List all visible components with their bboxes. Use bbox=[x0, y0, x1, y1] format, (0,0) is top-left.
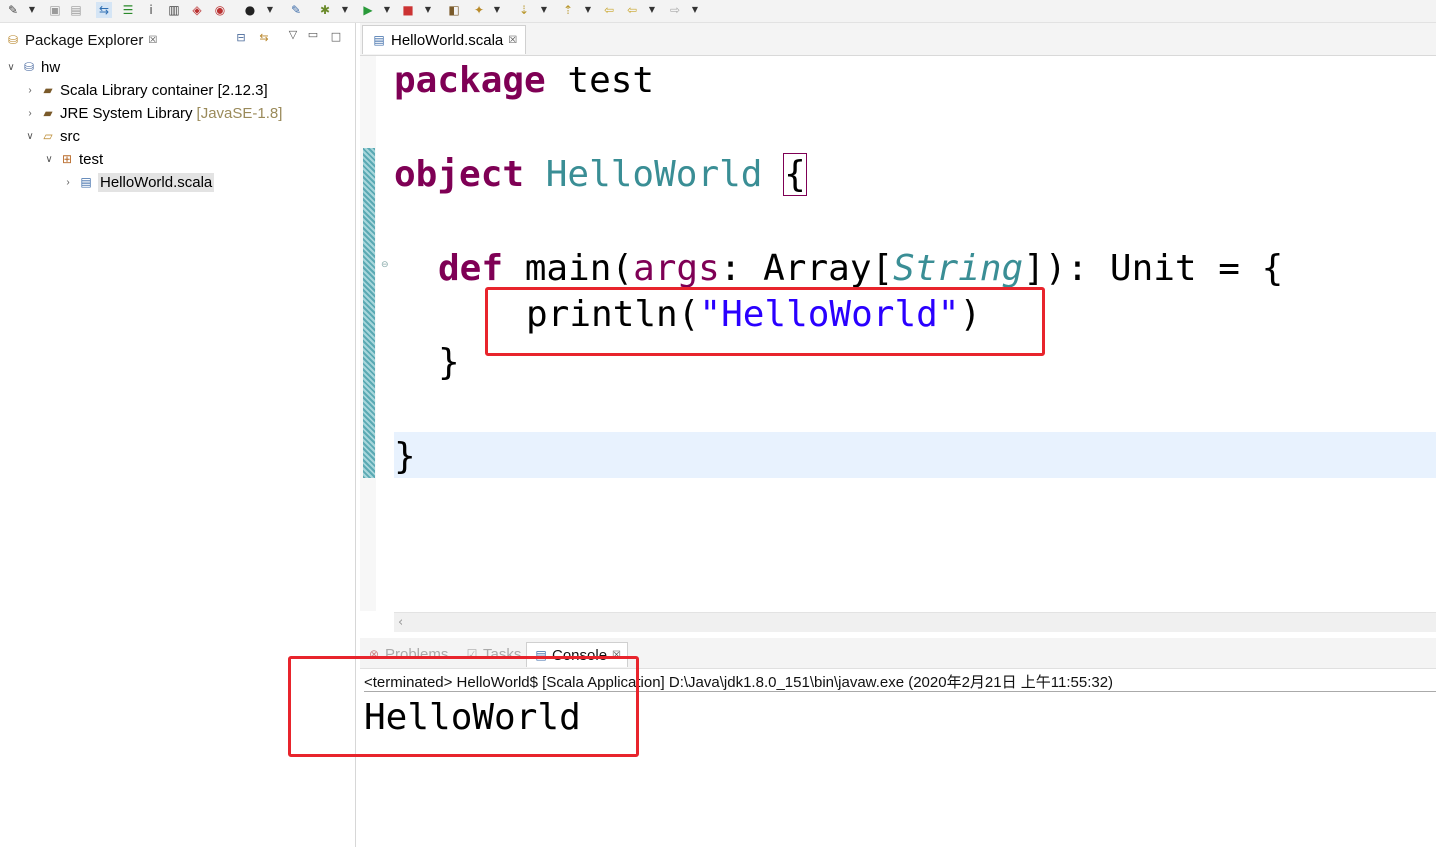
search-icon[interactable]: ✦ bbox=[471, 2, 487, 18]
library-icon: ▰ bbox=[43, 106, 53, 120]
scroll-left-icon[interactable]: ‹ bbox=[398, 613, 403, 632]
run-icon[interactable]: ▶ bbox=[360, 2, 376, 18]
tree-item-hw[interactable]: ∨ ⛁ hw bbox=[4, 56, 60, 78]
fold-collapse-icon[interactable]: ⊖ bbox=[381, 260, 391, 270]
editor-horizontal-scrollbar[interactable]: ‹ bbox=[394, 612, 1436, 632]
tree-item-label: JRE System Library bbox=[60, 104, 193, 122]
annotation-box-console-output bbox=[288, 656, 639, 757]
new-object-icon[interactable]: ◉ bbox=[212, 2, 228, 18]
tab-helloworld-scala[interactable]: ▤ HelloWorld.scala ☒ bbox=[362, 25, 527, 54]
open-type-icon[interactable]: ◧ bbox=[446, 2, 462, 18]
minimize-icon[interactable]: ▭ bbox=[306, 27, 320, 41]
stop-dropdown-icon[interactable]: ▼ bbox=[423, 2, 433, 18]
forward-icon[interactable]: ⇨ bbox=[667, 2, 683, 18]
next-annotation-icon[interactable]: ⇣ bbox=[516, 2, 532, 18]
save-icon[interactable]: ▣ bbox=[47, 2, 63, 18]
outline-icon[interactable]: ☰ bbox=[120, 2, 136, 18]
user-dropdown-icon[interactable]: ▼ bbox=[265, 2, 275, 18]
debug-icon[interactable]: ✱ bbox=[317, 2, 333, 18]
new-dropdown-icon[interactable]: ▼ bbox=[27, 2, 37, 18]
pin-icon[interactable]: ✎ bbox=[288, 2, 304, 18]
code-text: } bbox=[394, 436, 416, 477]
code-text: test bbox=[545, 60, 655, 101]
tree-item-label: src bbox=[60, 127, 80, 145]
annotation-box-println bbox=[485, 287, 1045, 356]
package-explorer-title: Package Explorer bbox=[25, 31, 144, 49]
project-icon: ⛁ bbox=[23, 60, 35, 74]
tree-item-decoration: [JavaSE-1.8] bbox=[196, 104, 283, 122]
back-dropdown-icon[interactable]: ▼ bbox=[647, 2, 657, 18]
link-with-editor-icon[interactable]: ⇆ bbox=[257, 30, 271, 44]
view-menu-icon[interactable]: ▽ bbox=[286, 27, 300, 41]
tree-item-jre-library[interactable]: › ▰ JRE System Library [JavaSE-1.8] bbox=[23, 102, 282, 124]
prev-annotation-icon[interactable]: ⇡ bbox=[560, 2, 576, 18]
code-text: main( bbox=[503, 248, 634, 289]
tree-item-label: HelloWorld.scala bbox=[98, 172, 215, 192]
chevron-right-icon[interactable]: › bbox=[61, 177, 75, 188]
stop-icon[interactable]: ■ bbox=[400, 2, 416, 18]
run-dropdown-icon[interactable]: ▼ bbox=[382, 2, 392, 18]
tree-item-helloworld-scala[interactable]: › ▤ HelloWorld.scala bbox=[61, 171, 215, 193]
type-name: String bbox=[893, 248, 1024, 289]
package-explorer-tabbar: ⛁ Package Explorer ☒ ⊟ ⇆ ▽ ▭ □ bbox=[0, 23, 355, 56]
code-line-5: def main(args: Array[String]): Unit = { bbox=[438, 246, 1283, 292]
editor-tabbar: ▤ HelloWorld.scala ☒ bbox=[360, 23, 1436, 56]
code-text: } bbox=[438, 342, 460, 383]
keyword: object bbox=[394, 154, 525, 195]
scala-file-icon: ▤ bbox=[80, 175, 92, 189]
prev-annotation-dropdown-icon[interactable]: ▼ bbox=[583, 2, 593, 18]
back-icon[interactable]: ⇦ bbox=[624, 2, 640, 18]
chevron-right-icon[interactable]: › bbox=[23, 85, 37, 96]
keyword: def bbox=[438, 248, 504, 289]
tree-item-src[interactable]: ∨ ▱ src bbox=[23, 125, 80, 147]
chevron-down-icon[interactable]: ∨ bbox=[42, 154, 56, 165]
code-line-3: object HelloWorld { bbox=[394, 152, 807, 198]
forward-dropdown-icon[interactable]: ▼ bbox=[690, 2, 700, 18]
code-line-7: } bbox=[438, 340, 460, 386]
code-line-9: } bbox=[394, 434, 416, 480]
chevron-down-icon[interactable]: ∨ bbox=[4, 62, 18, 73]
tab-package-explorer[interactable]: ⛁ Package Explorer ☒ bbox=[5, 27, 157, 53]
doc-icon[interactable]: ▥ bbox=[166, 2, 182, 18]
tree-item-scala-library[interactable]: › ▰ Scala Library container [2.12.3] bbox=[23, 79, 268, 101]
package-explorer-icon: ⛁ bbox=[7, 33, 19, 47]
close-icon[interactable]: ☒ bbox=[148, 35, 157, 46]
tree-item-test[interactable]: ∨ ⊞ test bbox=[42, 148, 103, 170]
search-dropdown-icon[interactable]: ▼ bbox=[492, 2, 502, 18]
library-icon: ▰ bbox=[43, 83, 53, 97]
chevron-right-icon[interactable]: › bbox=[23, 108, 37, 119]
matching-brace: { bbox=[783, 153, 807, 196]
code-text: : Array[ bbox=[719, 248, 894, 289]
new-class-icon[interactable]: ◈ bbox=[189, 2, 205, 18]
maximize-icon[interactable]: □ bbox=[329, 29, 343, 43]
user-icon[interactable]: ● bbox=[242, 2, 258, 18]
source-folder-icon: ▱ bbox=[43, 129, 53, 143]
last-edit-icon[interactable]: ⇦ bbox=[601, 2, 617, 18]
main-toolbar: ✎ ▼ ▣ ▤ ⇆ ☰ ⅰ ▥ ◈ ◉ ● ▼ ✎ ✱ ▼ ▶ ▼ ■ ▼ ◧ … bbox=[0, 0, 1436, 23]
code-text: ]): Unit = { bbox=[1023, 248, 1284, 289]
tree-item-label: Scala Library container [2.12.3] bbox=[60, 81, 268, 99]
keyword: package bbox=[394, 60, 546, 101]
parameter-name: args bbox=[633, 248, 720, 289]
next-annotation-dropdown-icon[interactable]: ▼ bbox=[539, 2, 549, 18]
toggle-icon[interactable]: ⇆ bbox=[96, 2, 112, 18]
save-all-icon[interactable]: ▤ bbox=[68, 2, 84, 18]
editor-tab-label: HelloWorld.scala bbox=[391, 31, 504, 49]
debug-dropdown-icon[interactable]: ▼ bbox=[340, 2, 350, 18]
package-icon: ⊞ bbox=[61, 152, 73, 166]
object-name: HelloWorld bbox=[524, 154, 763, 195]
info-icon[interactable]: ⅰ bbox=[143, 2, 159, 18]
tree-item-label: hw bbox=[41, 58, 61, 76]
quick-diff-change-bar bbox=[363, 148, 375, 478]
scala-file-icon: ▤ bbox=[373, 33, 385, 47]
close-icon[interactable]: ☒ bbox=[508, 35, 517, 46]
chevron-down-icon[interactable]: ∨ bbox=[23, 131, 37, 142]
new-icon[interactable]: ✎ bbox=[5, 2, 21, 18]
collapse-all-icon[interactable]: ⊟ bbox=[234, 30, 248, 44]
tree-item-label: test bbox=[79, 150, 104, 168]
code-line-1: package test bbox=[394, 58, 654, 104]
